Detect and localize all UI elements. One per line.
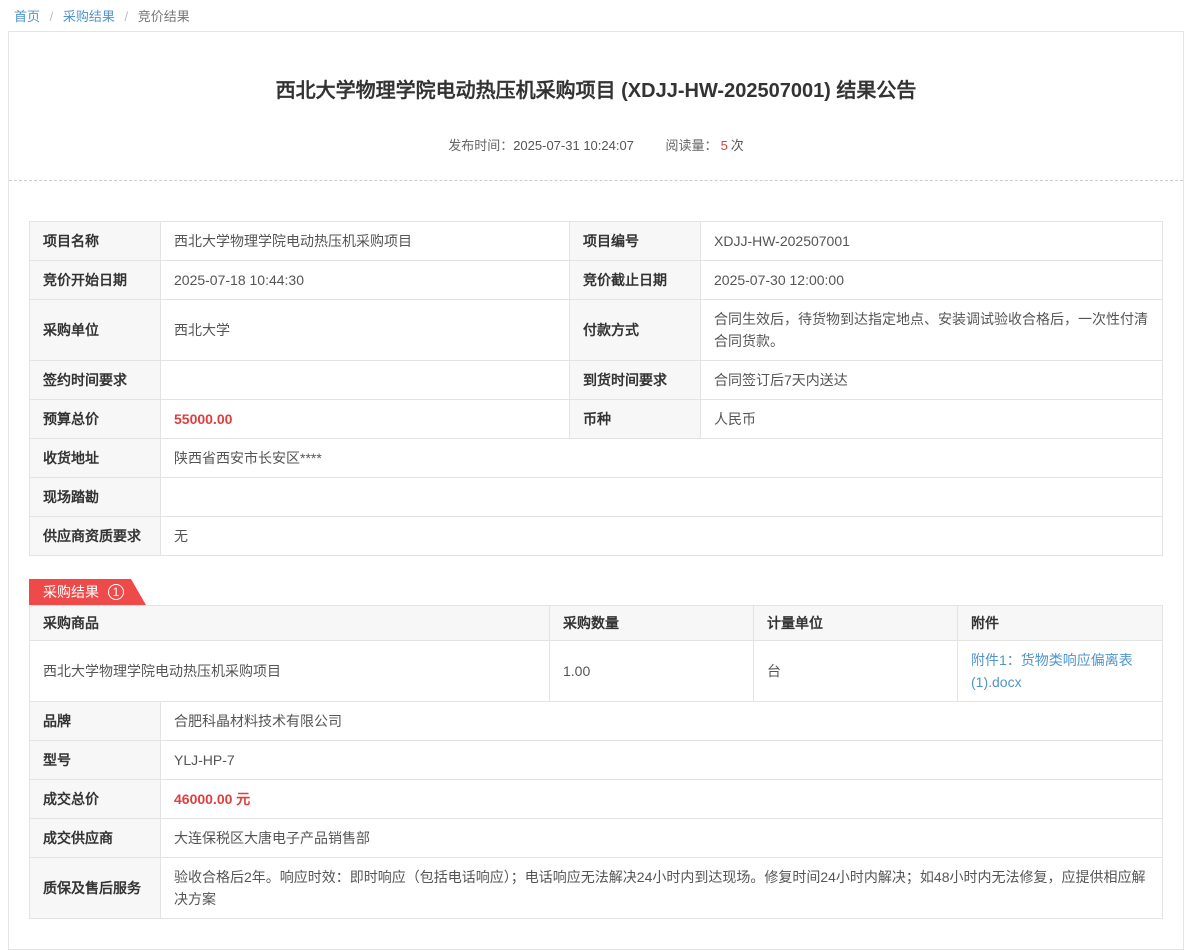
- model-value: YLJ-HP-7: [161, 741, 1163, 780]
- table-row: 型号 YLJ-HP-7: [30, 741, 1163, 780]
- field-label: 成交总价: [30, 780, 161, 819]
- table-row: 成交供应商 大连保税区大唐电子产品销售部: [30, 819, 1163, 858]
- announcement-body: 项目名称 西北大学物理学院电动热压机采购项目 项目编号 XDJJ-HW-2025…: [9, 181, 1183, 919]
- field-value: [161, 361, 570, 400]
- field-label: 项目编号: [570, 222, 701, 261]
- result-count-badge: 1: [108, 584, 124, 600]
- field-value: [161, 478, 1163, 517]
- attachment-cell: 附件1：货物类响应偏离表 (1).docx: [958, 641, 1163, 702]
- field-label: 成交供应商: [30, 819, 161, 858]
- result-section: 采购结果 1: [29, 579, 1163, 605]
- breadcrumb: 首页 / 采购结果 / 竞价结果: [0, 0, 1192, 30]
- breadcrumb-separator: /: [125, 9, 129, 24]
- page-title: 西北大学物理学院电动热压机采购项目 (XDJJ-HW-202507001) 结果…: [39, 77, 1153, 105]
- breadcrumb-procurement-results-link[interactable]: 采购结果: [63, 9, 115, 24]
- table-row: 项目名称 西北大学物理学院电动热压机采购项目 项目编号 XDJJ-HW-2025…: [30, 222, 1163, 261]
- views-count: 5: [721, 138, 728, 153]
- quantity-cell: 1.00: [550, 641, 754, 702]
- publish-time-value: 2025-07-31 10:24:07: [513, 138, 634, 153]
- table-row: 质保及售后服务 验收合格后2年。响应时效：即时响应（包括电话响应）；电话响应无法…: [30, 858, 1163, 919]
- product-name-cell: 西北大学物理学院电动热压机采购项目: [30, 641, 550, 702]
- breadcrumb-current: 竞价结果: [138, 9, 190, 24]
- award-price-value: 46000.00 元: [161, 780, 1163, 819]
- field-label: 币种: [570, 400, 701, 439]
- table-row: 品牌 合肥科晶材料技术有限公司: [30, 702, 1163, 741]
- field-label: 项目名称: [30, 222, 161, 261]
- column-header: 采购商品: [30, 606, 550, 641]
- field-value: XDJJ-HW-202507001: [701, 222, 1163, 261]
- unit-cell: 台: [754, 641, 958, 702]
- result-badge: 采购结果 1: [29, 579, 146, 605]
- table-row: 预算总价 55000.00 币种 人民币: [30, 400, 1163, 439]
- publish-time-label: 发布时间：: [448, 138, 513, 153]
- field-value: 陕西省西安市长安区****: [161, 439, 1163, 478]
- column-header: 计量单位: [754, 606, 958, 641]
- field-label: 竞价截止日期: [570, 261, 701, 300]
- announcement-header: 西北大学物理学院电动热压机采购项目 (XDJJ-HW-202507001) 结果…: [9, 32, 1183, 181]
- field-value: 2025-07-30 12:00:00: [701, 261, 1163, 300]
- supplier-value: 大连保税区大唐电子产品销售部: [161, 819, 1163, 858]
- award-detail-table: 品牌 合肥科晶材料技术有限公司 型号 YLJ-HP-7 成交总价 46000.0…: [29, 701, 1163, 919]
- table-row: 签约时间要求 到货时间要求 合同签订后7天内送达: [30, 361, 1163, 400]
- announcement-card: 西北大学物理学院电动热压机采购项目 (XDJJ-HW-202507001) 结果…: [8, 31, 1184, 950]
- table-row: 竞价开始日期 2025-07-18 10:44:30 竞价截止日期 2025-0…: [30, 261, 1163, 300]
- field-label: 质保及售后服务: [30, 858, 161, 919]
- field-label: 竞价开始日期: [30, 261, 161, 300]
- field-value: 西北大学物理学院电动热压机采购项目: [161, 222, 570, 261]
- column-header: 采购数量: [550, 606, 754, 641]
- breadcrumb-home-link[interactable]: 首页: [14, 9, 40, 24]
- field-label: 到货时间要求: [570, 361, 701, 400]
- views-unit: 次: [731, 138, 744, 153]
- warranty-value: 验收合格后2年。响应时效：即时响应（包括电话响应）；电话响应无法解决24小时内到…: [161, 858, 1163, 919]
- field-label: 预算总价: [30, 400, 161, 439]
- table-row: 现场踏勘: [30, 478, 1163, 517]
- field-label: 签约时间要求: [30, 361, 161, 400]
- field-value: 合同签订后7天内送达: [701, 361, 1163, 400]
- column-header: 附件: [958, 606, 1163, 641]
- field-value: 人民币: [701, 400, 1163, 439]
- breadcrumb-separator: /: [50, 9, 54, 24]
- field-label: 采购单位: [30, 300, 161, 361]
- field-value: 无: [161, 517, 1163, 556]
- budget-total-value: 55000.00: [161, 400, 570, 439]
- field-value: 西北大学: [161, 300, 570, 361]
- table-row: 成交总价 46000.00 元: [30, 780, 1163, 819]
- field-value: 2025-07-18 10:44:30: [161, 261, 570, 300]
- table-row: 供应商资质要求 无: [30, 517, 1163, 556]
- views-label: 阅读量：: [666, 138, 718, 153]
- table-row: 采购单位 西北大学 付款方式 合同生效后，待货物到达指定地点、安装调试验收合格后…: [30, 300, 1163, 361]
- field-label: 付款方式: [570, 300, 701, 361]
- table-row: 西北大学物理学院电动热压机采购项目 1.00 台 附件1：货物类响应偏离表 (1…: [30, 641, 1163, 702]
- publish-meta: 发布时间：2025-07-31 10:24:07 阅读量：5次: [39, 135, 1153, 154]
- attachment-link[interactable]: 附件1：货物类响应偏离表 (1).docx: [971, 652, 1133, 690]
- table-header-row: 采购商品 采购数量 计量单位 附件: [30, 606, 1163, 641]
- purchase-result-table: 采购商品 采购数量 计量单位 附件 西北大学物理学院电动热压机采购项目 1.00…: [29, 605, 1163, 702]
- table-row: 收货地址 陕西省西安市长安区****: [30, 439, 1163, 478]
- field-value: 合同生效后，待货物到达指定地点、安装调试验收合格后，一次性付清合同货款。: [701, 300, 1163, 361]
- result-badge-label: 采购结果: [43, 579, 99, 605]
- field-label: 现场踏勘: [30, 478, 161, 517]
- field-label: 型号: [30, 741, 161, 780]
- brand-value: 合肥科晶材料技术有限公司: [161, 702, 1163, 741]
- field-label: 收货地址: [30, 439, 161, 478]
- field-label: 品牌: [30, 702, 161, 741]
- project-info-table: 项目名称 西北大学物理学院电动热压机采购项目 项目编号 XDJJ-HW-2025…: [29, 221, 1163, 556]
- field-label: 供应商资质要求: [30, 517, 161, 556]
